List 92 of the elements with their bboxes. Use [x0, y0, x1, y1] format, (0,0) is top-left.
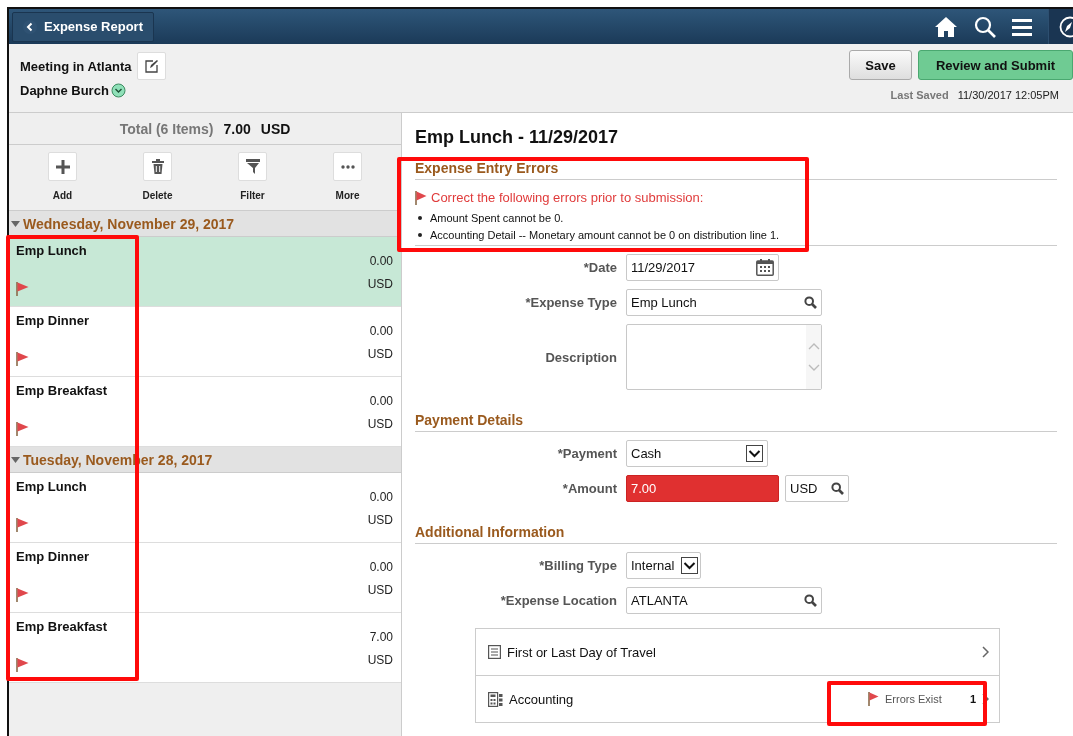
expense-amount: 0.00 [369, 560, 393, 574]
field-label: *Expense Type [525, 295, 617, 310]
error-message: Correct the following errors prior to submission: [431, 190, 704, 205]
expense-item[interactable]: Emp Dinner 0.00 USD [9, 543, 401, 613]
save-button[interactable]: Save [849, 50, 912, 80]
status-label: Errors Exist [885, 693, 942, 705]
edit-button[interactable] [137, 52, 167, 80]
currency-field[interactable]: USD [785, 475, 849, 502]
toolbar-label: Add [52, 190, 73, 201]
add-button[interactable] [48, 152, 77, 181]
expense-amount: 0.00 [369, 254, 393, 268]
home-icon[interactable] [934, 15, 958, 38]
lookup-field[interactable]: ATLANTA [626, 587, 822, 614]
expense-name: Emp Lunch [16, 479, 87, 494]
report-title: Meeting in Atlanta [20, 58, 132, 74]
expense-item[interactable]: Emp Lunch 0.00 USD [9, 473, 401, 543]
menu-icon[interactable] [1012, 17, 1032, 36]
search-icon[interactable] [974, 15, 996, 38]
total-label: Total (6 Items) [119, 120, 214, 137]
expense-item[interactable]: Emp Lunch 0.00 USD [9, 237, 401, 307]
expense-amount: 0.00 [369, 490, 393, 504]
search-icon[interactable] [831, 482, 844, 495]
search-icon[interactable] [804, 594, 817, 607]
field-label: *Payment [557, 446, 617, 461]
dropdown-field[interactable]: Cash [626, 440, 768, 467]
last-saved-label: Last Saved [890, 89, 949, 101]
employee-name: Daphne Burch [20, 83, 109, 98]
total-amount: 7.00 [223, 120, 251, 137]
bullet-icon [418, 216, 422, 220]
funnel-icon [245, 159, 260, 174]
section-heading: Additional Information [415, 518, 1057, 544]
amount-field[interactable]: 7.00 [626, 475, 779, 502]
expense-name: Emp Lunch [16, 243, 87, 258]
more-icon [340, 164, 355, 169]
field-label: *Date [583, 260, 617, 275]
expense-amount: 7.00 [369, 630, 393, 644]
expense-currency: USD [367, 347, 393, 361]
back-button[interactable]: Expense Report [12, 11, 154, 42]
caret-icon[interactable] [11, 220, 20, 227]
caret-icon[interactable] [11, 456, 20, 463]
section-heading: Expense Entry Errors [415, 154, 1057, 180]
error-item: Amount Spent cannot be 0. [430, 212, 564, 224]
expense-name: Emp Dinner [16, 313, 89, 328]
expense-item[interactable]: Emp Dinner 0.00 USD [9, 307, 401, 377]
dropdown-icon[interactable] [110, 83, 126, 98]
edit-icon [144, 59, 159, 73]
expense-item[interactable]: Emp Breakfast 7.00 USD [9, 613, 401, 683]
flag-icon [868, 692, 880, 706]
expense-name: Emp Breakfast [16, 383, 108, 398]
lookup-field[interactable]: Emp Lunch [626, 289, 822, 316]
back-icon [23, 19, 37, 34]
search-icon[interactable] [804, 296, 817, 309]
expense-amount: 0.00 [369, 394, 393, 408]
dropdown-field[interactable]: Internal [626, 552, 701, 579]
expense-currency: USD [367, 277, 393, 291]
chevron-right-icon [982, 646, 989, 658]
expense-name: Emp Breakfast [16, 619, 108, 634]
expense-currency: USD [367, 513, 393, 527]
expense-currency: USD [367, 417, 393, 431]
compass-icon[interactable] [1059, 15, 1073, 38]
toolbar-label: Delete [142, 190, 173, 201]
delete-button[interactable] [143, 152, 172, 181]
expense-item[interactable]: Emp Breakfast 0.00 USD [9, 377, 401, 447]
calculator-icon [488, 691, 503, 707]
flag-icon [415, 190, 427, 205]
field-label: *Billing Type [539, 558, 617, 573]
toolbar-label: More [335, 190, 360, 201]
bullet-icon [418, 233, 422, 237]
date-field[interactable]: 11/29/2017 [626, 254, 779, 281]
error-item: Accounting Detail -- Monetary amount cannot be 0 on distribution line 1. [430, 229, 780, 241]
error-count: 1 [969, 693, 976, 705]
last-saved-value: 11/30/2017 12:05PM [957, 89, 1059, 101]
trash-icon [151, 159, 164, 174]
section-heading: Payment Details [415, 406, 1057, 432]
list-icon [488, 645, 501, 659]
expense-currency: USD [367, 583, 393, 597]
calendar-icon[interactable] [756, 259, 774, 276]
expense-name: Emp Dinner [16, 549, 89, 564]
field-label: Description [545, 349, 617, 365]
toolbar-label: Filter [240, 190, 265, 201]
expense-currency: USD [367, 653, 393, 667]
detail-title: Emp Lunch - 11/29/2017 [415, 127, 620, 149]
total-currency: USD [260, 120, 291, 137]
field-label: *Amount [562, 481, 617, 496]
link-label: Accounting [509, 691, 574, 707]
plus-icon [54, 158, 71, 175]
expense-amount: 0.00 [369, 324, 393, 338]
submit-button[interactable]: Review and Submit [918, 50, 1073, 80]
link-label: First or Last Day of Travel [507, 644, 656, 660]
filter-button[interactable] [238, 152, 267, 181]
field-label: *Expense Location [500, 593, 617, 608]
more-button[interactable] [333, 152, 362, 181]
